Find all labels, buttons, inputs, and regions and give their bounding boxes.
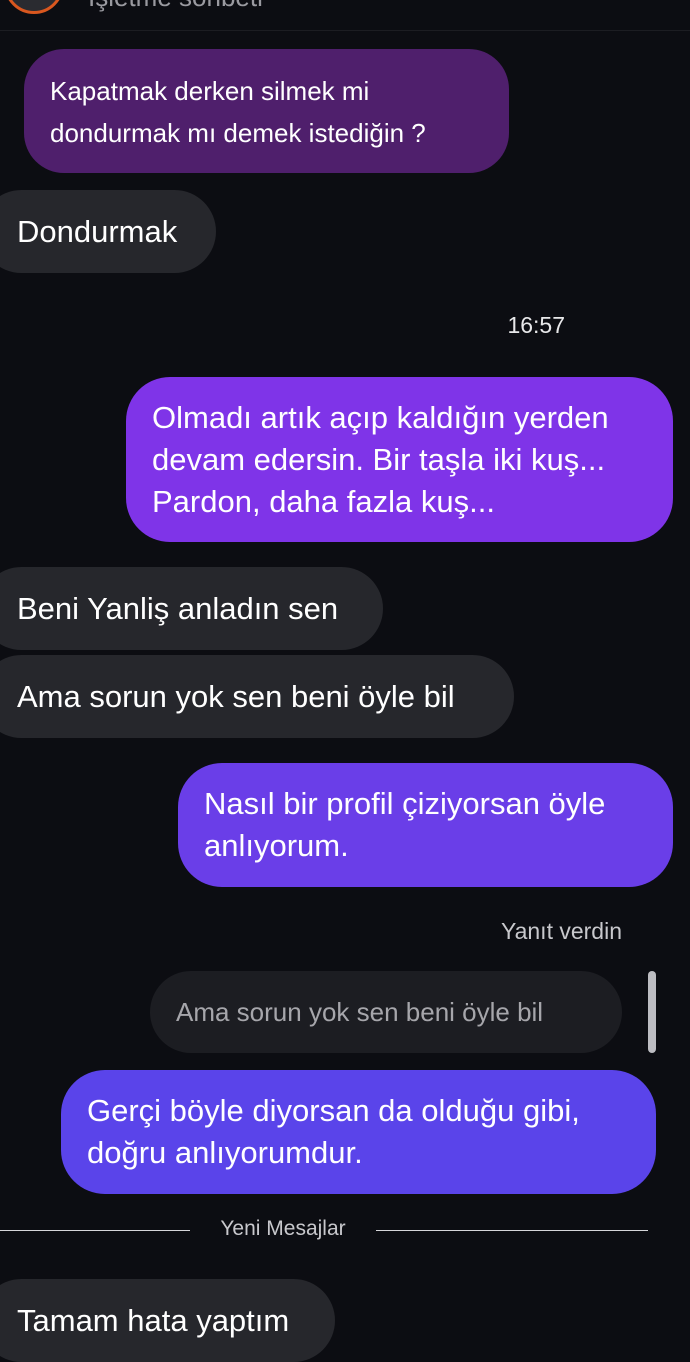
new-messages-divider: Yeni Mesajlar bbox=[220, 1217, 346, 1240]
message-line: Beni Yanliş anladın sen bbox=[17, 591, 339, 626]
message-line: Kapatmak derken silmek mi bbox=[50, 76, 370, 106]
message-line: Dondurmak bbox=[17, 214, 178, 249]
reply-label: Yanıt verdin bbox=[500, 918, 622, 944]
quote-indicator-bar bbox=[648, 971, 656, 1053]
message-line: devam edersin. Bir taşla iki kuş... bbox=[152, 442, 606, 477]
divider-line-right bbox=[376, 1230, 648, 1231]
message-line: Ama sorun yok sen beni öyle bil bbox=[17, 679, 455, 714]
avatar[interactable] bbox=[4, 0, 64, 14]
divider-line-left bbox=[0, 1230, 190, 1231]
message-line: Pardon, daha fazla kuş... bbox=[152, 484, 495, 519]
message-outgoing[interactable]: Kapatmak derken silmek mi dondurmak mı d… bbox=[24, 49, 509, 173]
header-subtitle: İşletme sohbeti bbox=[88, 0, 263, 13]
message-incoming[interactable]: Dondurmak bbox=[0, 190, 216, 273]
message-line: Gerçi böyle diyorsan da olduğu gibi, bbox=[87, 1093, 580, 1128]
message-line: Nasıl bir profil çiziyorsan öyle bbox=[204, 786, 606, 821]
message-line: Olmadı artık açıp kaldığın yerden bbox=[152, 400, 609, 435]
chat-header: İşletme sohbeti bbox=[0, 0, 690, 31]
message-line: dondurmak mı demek istediğin ? bbox=[50, 118, 426, 148]
message-line: doğru anlıyorumdur. bbox=[87, 1135, 363, 1170]
timestamp: 16:57 bbox=[507, 312, 565, 338]
message-incoming[interactable]: Beni Yanliş anladın sen bbox=[0, 567, 383, 650]
message-incoming[interactable]: Ama sorun yok sen beni öyle bil bbox=[0, 655, 514, 738]
message-line: anlıyorum. bbox=[204, 828, 349, 863]
message-outgoing[interactable]: Nasıl bir profil çiziyorsan öyle anlıyor… bbox=[178, 763, 673, 887]
quoted-message[interactable]: Ama sorun yok sen beni öyle bil bbox=[150, 971, 622, 1053]
message-outgoing[interactable]: Gerçi böyle diyorsan da olduğu gibi, doğ… bbox=[61, 1070, 656, 1194]
message-outgoing[interactable]: Olmadı artık açıp kaldığın yerden devam … bbox=[126, 377, 673, 542]
